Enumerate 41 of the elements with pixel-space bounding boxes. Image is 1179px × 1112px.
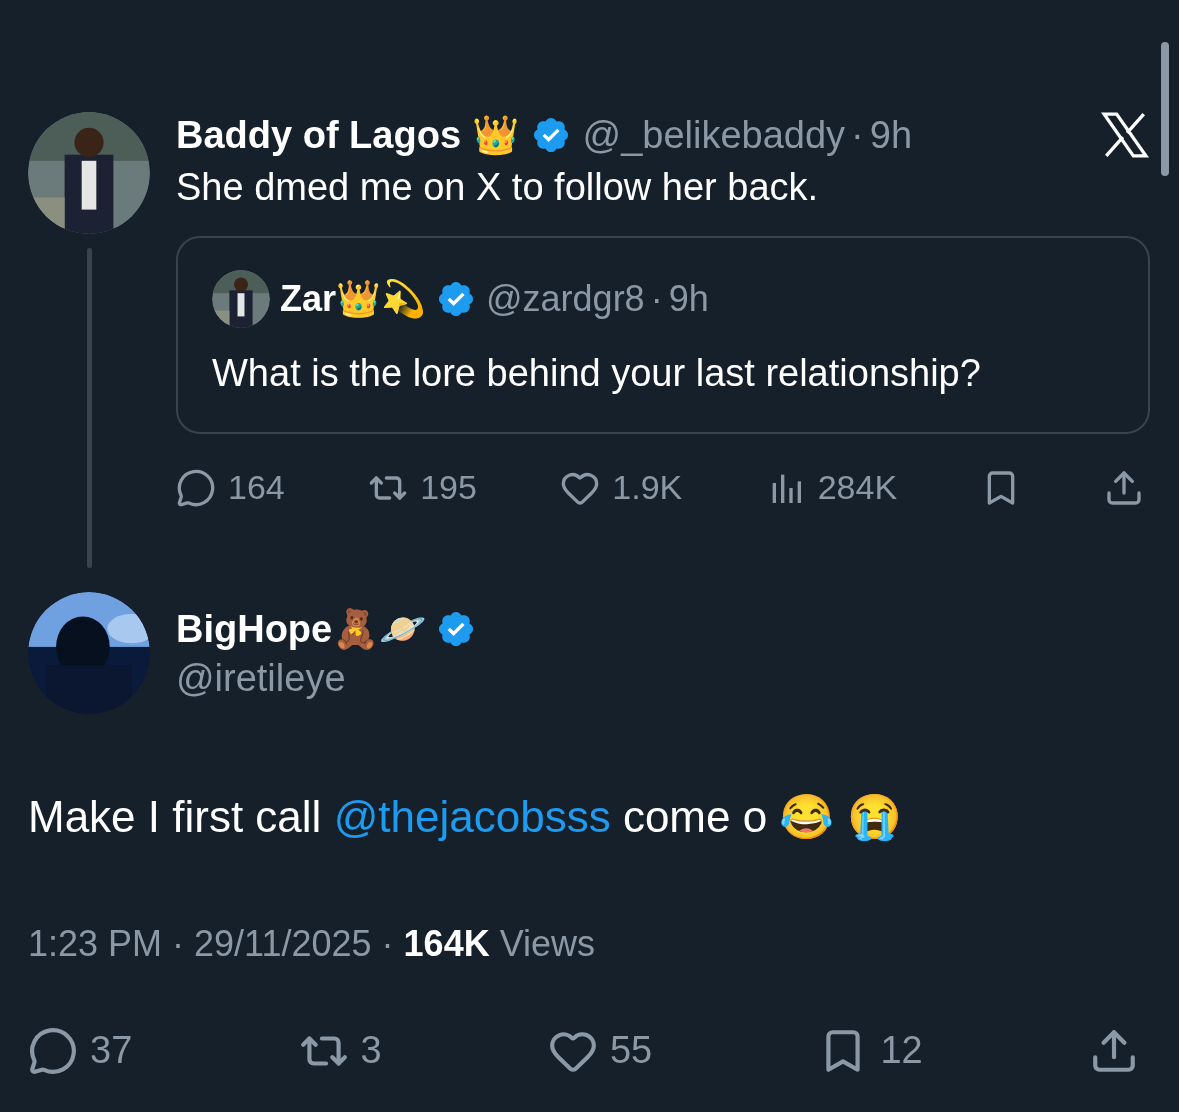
reply-icon [28, 1025, 78, 1076]
bookmark-action[interactable]: 12 [818, 1022, 923, 1079]
scrollbar[interactable] [1161, 42, 1169, 176]
reply-action[interactable]: 164 [176, 462, 285, 513]
action-count: 1.9K [612, 467, 683, 508]
action-count: 37 [90, 1028, 133, 1073]
reply-action[interactable]: 37 [28, 1022, 133, 1079]
x-logo-icon [1100, 112, 1150, 158]
separator-dot: · [851, 113, 864, 157]
action-count: 12 [880, 1028, 923, 1073]
views-label: Views [499, 922, 596, 966]
action-count: 195 [420, 467, 477, 508]
post-time: 1:23 PM [28, 922, 163, 966]
quoted-author-name: Zar👑💫 [280, 277, 427, 321]
author-name[interactable]: BigHope🧸🪐 [176, 605, 427, 653]
views-count: 164K [403, 922, 490, 966]
views-action[interactable]: 284K [765, 462, 898, 513]
post-text: She dmed me on X to follow her back. [176, 165, 820, 210]
action-count: 55 [609, 1028, 653, 1073]
action-count: 3 [360, 1028, 382, 1073]
quoted-post-time: 9h [668, 277, 709, 321]
like-action[interactable]: 1.9K [560, 462, 683, 513]
post-date: 29/11/2025 [194, 922, 372, 966]
separator-dot: · [381, 922, 394, 966]
reply-icon [176, 467, 216, 508]
quoted-author-handle: @zardgr8 [486, 277, 645, 321]
author-name[interactable]: Baddy of Lagos 👑 [176, 113, 519, 157]
post-text: Make I first call @thejacobsss come o 😂 😭 [27, 791, 903, 843]
author-handle[interactable]: @_belikebaddy [582, 113, 846, 157]
repost-action[interactable]: 195 [368, 462, 477, 513]
action-count: 284K [817, 467, 898, 508]
like-action[interactable]: 55 [547, 1022, 653, 1079]
quoted-post-text: What is the lore behind your last relationship? [212, 351, 982, 396]
repost-action[interactable]: 3 [298, 1022, 382, 1079]
separator-dot: · [172, 922, 185, 966]
quoted-post[interactable]: Zar👑💫 @zardgr8 · 9h What is the lore behind your last relationship? [176, 236, 1150, 434]
mention-link[interactable]: @thejacobsss [333, 792, 611, 841]
post-time[interactable]: 9h [869, 113, 913, 157]
author-handle[interactable]: @iretileye [176, 655, 477, 701]
separator-dot: · [650, 277, 663, 321]
action-count: 164 [228, 467, 285, 508]
